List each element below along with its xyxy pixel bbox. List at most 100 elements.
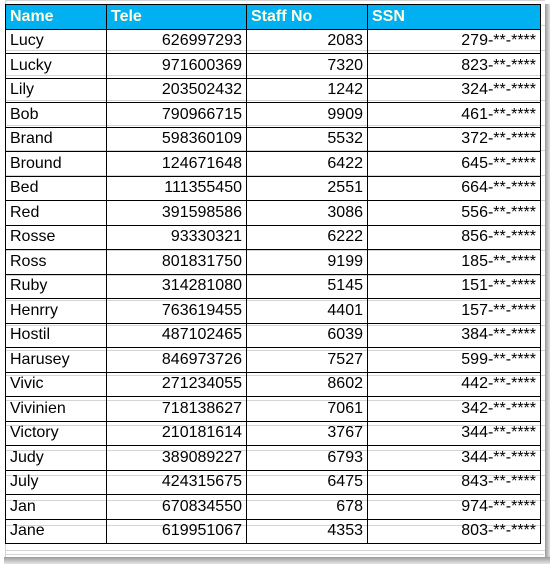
cell-tele[interactable]: 846973726 [106,347,247,373]
cell-staff-no[interactable]: 7527 [246,347,368,373]
cell-tele[interactable]: 971600369 [106,53,247,79]
header-cell-name[interactable]: Name [5,4,107,30]
cell-tele[interactable]: 271234055 [106,371,247,397]
cell-staff-no[interactable]: 3767 [246,420,368,446]
table-row: Jane 619951067 4353 803-**-**** [5,518,541,544]
cell-name[interactable]: Rosse [5,224,107,250]
cell-name[interactable]: Henrry [5,298,107,324]
cell-name[interactable]: Judy [5,445,107,471]
cell-tele[interactable]: 619951067 [106,518,247,544]
cell-ssn[interactable]: 372-**-**** [367,126,541,152]
cell-staff-no[interactable]: 6039 [246,322,368,348]
cell-name[interactable]: Lucky [5,53,107,79]
cell-ssn[interactable]: 157-**-**** [367,298,541,324]
cell-ssn[interactable]: 384-**-**** [367,322,541,348]
cell-ssn[interactable]: 856-**-**** [367,224,541,250]
cell-tele[interactable]: 203502432 [106,77,247,103]
cell-name[interactable]: Lucy [5,28,107,54]
cell-staff-no[interactable]: 5532 [246,126,368,152]
cell-staff-no[interactable]: 6222 [246,224,368,250]
cell-tele[interactable]: 670834550 [106,494,247,520]
cell-name[interactable]: Bob [5,102,107,128]
cell-staff-no[interactable]: 6422 [246,151,368,177]
cell-staff-no[interactable]: 4353 [246,518,368,544]
cell-ssn[interactable]: 803-**-**** [367,518,541,544]
table-row: Ross 801831750 9199 185-**-**** [5,249,541,275]
cell-tele[interactable]: 790966715 [106,102,247,128]
cell-tele[interactable]: 314281080 [106,273,247,299]
header-cell-ssn[interactable]: SSN [367,4,541,30]
drop-shadow-right [545,4,550,562]
cell-ssn[interactable]: 664-**-**** [367,175,541,201]
cell-name[interactable]: Vivinien [5,396,107,422]
cell-name[interactable]: Hostil [5,322,107,348]
cell-ssn[interactable]: 324-**-**** [367,77,541,103]
cell-ssn[interactable]: 599-**-**** [367,347,541,373]
cell-name[interactable]: Vivic [5,371,107,397]
cell-name[interactable]: Jan [5,494,107,520]
cell-tele[interactable]: 626997293 [106,28,247,54]
cell-name[interactable]: Bround [5,151,107,177]
empty-row [5,554,544,558]
header-cell-staff-no[interactable]: Staff No [246,4,368,30]
cell-name[interactable]: Ross [5,249,107,275]
cell-tele[interactable]: 93330321 [106,224,247,250]
cell-staff-no[interactable]: 3086 [246,200,368,226]
table-row: Bed 111355450 2551 664-**-**** [5,175,541,201]
cell-staff-no[interactable]: 678 [246,494,368,520]
cell-tele[interactable]: 111355450 [106,175,247,201]
cell-staff-no[interactable]: 2551 [246,175,368,201]
cell-staff-no[interactable]: 7320 [246,53,368,79]
cell-name[interactable]: Bed [5,175,107,201]
cell-name[interactable]: July [5,469,107,495]
cell-staff-no[interactable]: 7061 [246,396,368,422]
cell-staff-no[interactable]: 6475 [246,469,368,495]
cell-tele[interactable]: 487102465 [106,322,247,348]
table-row: Hostil 487102465 6039 384-**-**** [5,322,541,348]
cell-ssn[interactable]: 344-**-**** [367,445,541,471]
cell-name[interactable]: Jane [5,518,107,544]
table-row: Victory 210181614 3767 344-**-**** [5,420,541,446]
table-body: Lucy 626997293 2083 279-**-**** Lucky 9716003… [5,28,541,544]
cell-staff-no[interactable]: 2083 [246,28,368,54]
cell-name[interactable]: Red [5,200,107,226]
cell-ssn[interactable]: 442-**-**** [367,371,541,397]
cell-staff-no[interactable]: 9909 [246,102,368,128]
cell-ssn[interactable]: 151-**-**** [367,273,541,299]
cell-tele[interactable]: 598360109 [106,126,247,152]
cell-name[interactable]: Brand [5,126,107,152]
cell-tele[interactable]: 424315675 [106,469,247,495]
cell-ssn[interactable]: 843-**-**** [367,469,541,495]
cell-ssn[interactable]: 342-**-**** [367,396,541,422]
table-row: Lucy 626997293 2083 279-**-**** [5,28,541,54]
staff-table: Name Tele Staff No SSN Lucy 626997293 2083… [5,4,541,544]
cell-tele[interactable]: 389089227 [106,445,247,471]
cell-ssn[interactable]: 823-**-**** [367,53,541,79]
cell-staff-no[interactable]: 6793 [246,445,368,471]
cell-name[interactable]: Victory [5,420,107,446]
cell-name[interactable]: Ruby [5,273,107,299]
cell-tele[interactable]: 124671648 [106,151,247,177]
cell-staff-no[interactable]: 4401 [246,298,368,324]
cell-ssn[interactable]: 344-**-**** [367,420,541,446]
cell-ssn[interactable]: 974-**-**** [367,494,541,520]
cell-tele[interactable]: 718138627 [106,396,247,422]
cell-ssn[interactable]: 556-**-**** [367,200,541,226]
cell-staff-no[interactable]: 5145 [246,273,368,299]
cell-tele[interactable]: 391598586 [106,200,247,226]
cell-ssn[interactable]: 461-**-**** [367,102,541,128]
cell-staff-no[interactable]: 9199 [246,249,368,275]
cell-name[interactable]: Lily [5,77,107,103]
cell-tele[interactable]: 801831750 [106,249,247,275]
cell-name[interactable]: Harusey [5,347,107,373]
header-cell-tele[interactable]: Tele [106,4,247,30]
cell-tele[interactable]: 210181614 [106,420,247,446]
cell-staff-no[interactable]: 1242 [246,77,368,103]
cell-ssn[interactable]: 645-**-**** [367,151,541,177]
cell-ssn[interactable]: 279-**-**** [367,28,541,54]
cell-tele[interactable]: 763619455 [106,298,247,324]
table-row: Rosse 93330321 6222 856-**-**** [5,224,541,250]
cell-ssn[interactable]: 185-**-**** [367,249,541,275]
cell-staff-no[interactable]: 8602 [246,371,368,397]
table-row: Lucky 971600369 7320 823-**-**** [5,53,541,79]
